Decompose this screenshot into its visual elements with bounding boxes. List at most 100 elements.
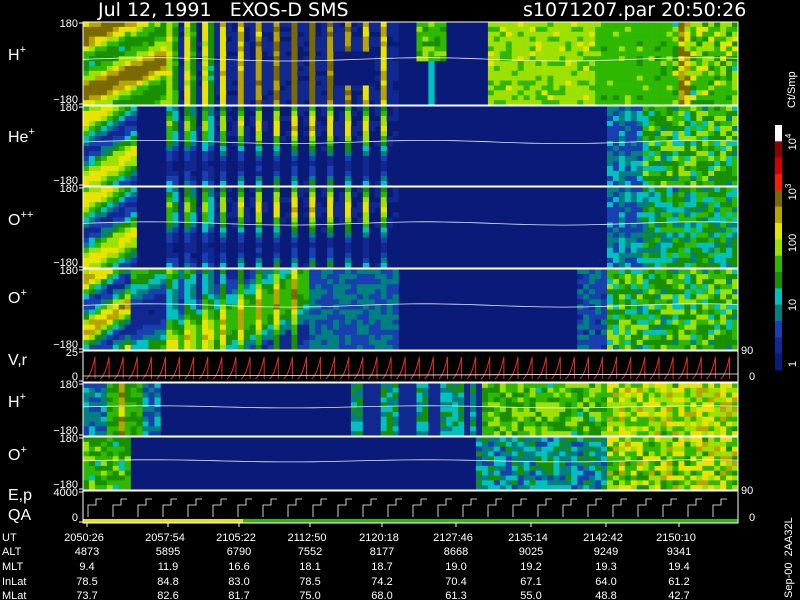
spectrogram-cell [618,26,626,33]
spectrogram-cell [624,90,632,96]
spectrogram-cell [642,36,649,42]
spectrogram-cell [398,387,405,393]
spectrogram-cell [100,314,108,320]
spectrogram-cell [612,151,620,157]
spectrogram-cell [142,22,149,28]
spectrogram-cell [410,387,417,393]
spectrogram-cell [148,284,155,290]
spectrogram-cell [196,126,203,132]
spectrogram-cell [106,70,114,76]
spectrogram-cell [660,121,667,127]
spectrogram-cell [690,90,697,96]
spectrogram-cell [678,334,685,341]
spectrogram-cell [88,247,96,254]
spectrogram-cell [654,262,661,269]
spectrogram-cell [476,416,483,422]
spectrogram-cell [541,46,548,52]
spectrogram-cell [130,402,137,408]
spectrogram-cell [172,339,179,346]
spectrogram-cell [696,314,703,320]
spectrogram-cell [190,90,197,96]
spectrogram-cell [386,387,393,393]
spectrogram-cell [130,383,137,389]
spectrogram-cell [612,46,620,52]
spectrogram-cell [565,56,572,62]
spectrogram-cell [458,411,465,418]
spectrogram-cell [297,339,304,346]
spectrogram-cell [190,344,197,351]
spectrogram-cell [612,309,620,315]
spectrogram-cell [612,95,620,101]
spectrogram-cell [607,192,614,198]
spectrogram-cell [607,222,614,228]
spectrogram-cell [362,111,370,117]
spectrogram-cell [529,46,536,52]
spectrogram-cell [732,339,739,346]
spectrogram-cell [273,151,280,157]
spectrogram-cell [202,131,209,137]
spectrogram-cell [642,41,649,47]
spectrogram-cell [297,26,304,33]
spectrogram-cell [345,309,352,315]
spectrogram-cell [291,274,298,280]
spectrogram-cell [660,126,667,132]
spectrogram-cell [315,75,322,81]
spectrogram-cell [291,202,298,208]
spectrogram-cell [172,294,179,300]
spectrogram-cell [624,344,632,351]
spectrogram-cell [362,299,370,305]
spectrogram-cell [190,324,197,331]
panel-label-superscript: + [20,44,26,56]
spectrogram-cell [231,202,239,208]
spectrogram-cell [392,284,399,290]
spectrogram-cell [267,314,274,320]
spectrogram-cell [321,46,328,52]
spectrogram-cell [714,237,721,243]
spectrogram-cell [630,247,638,254]
spectrogram-cell [106,252,114,259]
spectrogram-cell [154,407,161,413]
spectrogram-cell [88,227,96,233]
spectrogram-cell [589,279,596,285]
spectrogram-cell [160,294,167,300]
spectrogram-cell [356,202,364,208]
spectrogram-cell [374,192,382,198]
spectrogram-cell [684,121,691,127]
spectrogram-cell [630,75,638,81]
spectrogram-cell [666,85,673,91]
spectrogram-cell [83,161,90,167]
spectrogram-cell [678,95,685,101]
spectrogram-cell [618,121,626,127]
spectrogram-cell [678,22,685,28]
spectrogram-cell [118,187,125,193]
spectrogram-cell [702,252,709,259]
spectrogram-cell [690,304,697,310]
spectrogram-cell [100,407,108,413]
spectrogram-cell [618,136,626,142]
spectrogram-cell [708,70,715,76]
spectrogram-cell [535,26,542,33]
spectrogram-cell [565,90,572,96]
spectrogram-cell [601,329,608,336]
spectrogram-cell [315,289,322,295]
spectrogram-cell [440,51,447,57]
spectrogram-cell [720,207,727,213]
spectrogram-cell [118,146,125,152]
spectrogram-cell [83,116,90,122]
spectrogram-cell [642,46,649,52]
spectrogram-cell [83,202,90,208]
spectrogram-cell [654,257,661,264]
spectrogram-cell [624,116,632,122]
spectrogram-cell [297,274,304,280]
spectrogram-cell [112,85,120,91]
spectrogram-cell [392,309,399,315]
spectrogram-cell [94,262,102,269]
spectrogram-cell [642,121,649,127]
spectrogram-cell [333,314,340,320]
spectrogram-cell [654,227,661,233]
spectrogram-cell [267,284,274,290]
spectrogram-cell [505,41,513,47]
spectrogram-cell [208,46,215,52]
spectrogram-cell [690,344,697,351]
spectrogram-cell [362,383,370,389]
